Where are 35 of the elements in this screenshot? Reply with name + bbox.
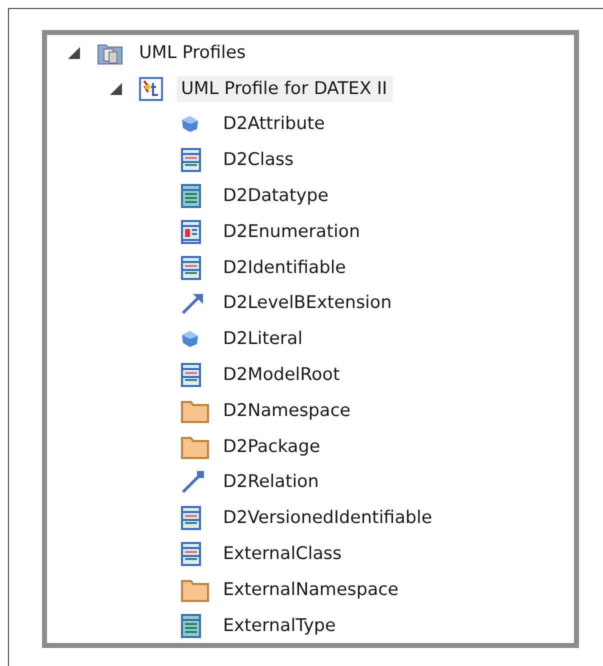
folder-icon: [181, 578, 209, 602]
datatype-icon: [181, 184, 201, 208]
cube-icon: [181, 115, 199, 134]
tree-item[interactable]: D2Class: [219, 147, 300, 174]
tree-item[interactable]: D2Namespace: [219, 398, 357, 424]
tree-item[interactable]: UML Profiles: [135, 40, 252, 66]
collapse-triangle-icon[interactable]: [67, 46, 81, 60]
class-icon: [181, 363, 201, 388]
tree-item[interactable]: ExternalClass: [219, 541, 348, 568]
arrow-icon: [181, 291, 205, 316]
line-icon: [181, 470, 205, 494]
folder-icon: [181, 434, 209, 459]
tree-item[interactable]: D2ModelRoot: [219, 362, 346, 388]
cube-icon: [181, 330, 199, 348]
class-icon: [181, 542, 201, 566]
tree-item[interactable]: D2VersionedIdentifiable: [219, 505, 438, 532]
profile-icon: [139, 76, 163, 101]
tree-item[interactable]: D2Datatype: [219, 183, 334, 210]
enumeration-icon: [181, 220, 201, 244]
datatype-icon: [181, 614, 201, 638]
tree-item[interactable]: D2Literal: [219, 326, 309, 352]
class-icon: [181, 256, 201, 280]
class-icon: [181, 148, 201, 172]
tree-item[interactable]: D2Relation: [219, 469, 325, 496]
folder-icon: [181, 398, 209, 423]
tree-item[interactable]: D2LevelBExtension: [219, 290, 398, 316]
tree-item[interactable]: D2Package: [219, 434, 326, 460]
tree-item[interactable]: ExternalType: [219, 612, 342, 639]
tree-item[interactable]: D2Enumeration: [219, 218, 366, 245]
collapse-triangle-icon[interactable]: [109, 82, 123, 96]
tree-item[interactable]: D2Attribute: [219, 111, 331, 138]
tree-item[interactable]: UML Profile for DATEX II: [177, 76, 394, 102]
tree-item[interactable]: D2Identifiable: [219, 254, 352, 281]
tree-item[interactable]: ExternalNamespace: [219, 576, 405, 603]
class-icon: [181, 506, 201, 530]
